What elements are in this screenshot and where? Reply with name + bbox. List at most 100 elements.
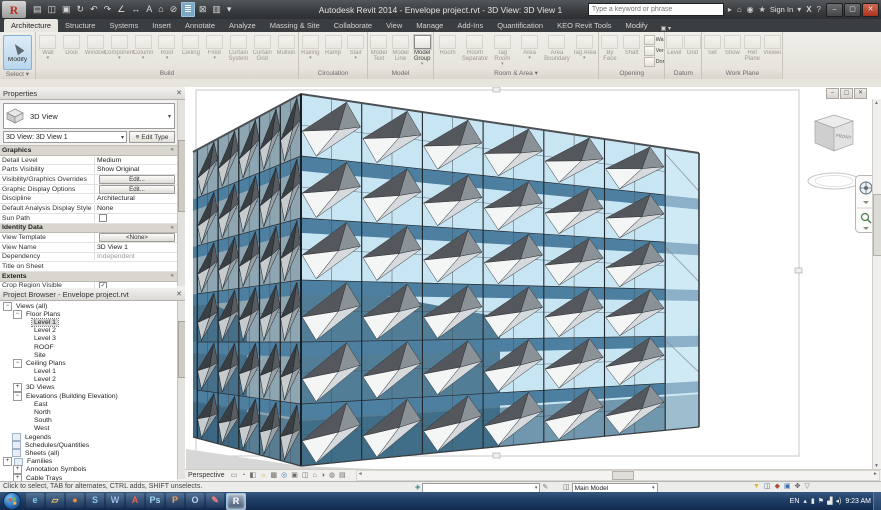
ribbon-tab-collaborate[interactable]: Collaborate <box>327 19 379 32</box>
ribbon-tab-quantification[interactable]: Quantification <box>490 19 550 32</box>
project-browser-close-icon[interactable]: ✕ <box>176 290 182 298</box>
property-row[interactable]: View Name 3D View 1 <box>0 242 177 253</box>
design-options-icon[interactable]: ◫ <box>563 484 570 492</box>
ribbon-tab-annotate[interactable]: Annotate <box>178 19 222 32</box>
worksets-icon[interactable]: ◈ <box>415 484 420 492</box>
section-icon[interactable]: ⊘ <box>168 3 180 16</box>
subscription-center-icon[interactable]: ⌂ <box>736 5 743 14</box>
level-button[interactable]: Level <box>665 34 683 56</box>
view-minimize-icon[interactable]: – <box>826 88 839 99</box>
ribbon-state-toggle[interactable]: ▣ ▾ <box>655 25 677 32</box>
clock[interactable]: 9:23 AM <box>845 498 871 505</box>
crop-view-icon[interactable]: ▣ <box>289 471 300 480</box>
wall-button[interactable]: Wall ▾ <box>36 34 60 61</box>
language-indicator[interactable]: EN <box>790 498 800 505</box>
maximize-button[interactable]: ▢ <box>844 2 861 17</box>
undo-icon[interactable]: ↶ <box>88 3 100 16</box>
project-browser-scrollbar[interactable] <box>177 301 185 479</box>
favorites-icon[interactable]: ★ <box>758 5 767 14</box>
area-boundary-button[interactable]: Area Boundary <box>543 34 570 62</box>
thin-lines-icon[interactable]: ≣ <box>181 2 195 17</box>
view-restore-icon[interactable]: ▢ <box>840 88 853 99</box>
taskbar-app-app-orange-round[interactable]: ● <box>66 492 84 508</box>
start-button[interactable] <box>3 492 21 510</box>
tree-item-level-2[interactable]: Level 2 <box>0 327 177 335</box>
properties-header[interactable]: Properties ✕ <box>0 87 185 100</box>
tree-item-families[interactable]: + Families <box>0 457 177 467</box>
modify-button[interactable]: Modify <box>3 35 32 70</box>
building-model-3d-view[interactable] <box>185 87 881 481</box>
property-row[interactable]: Sun Path <box>0 213 177 224</box>
property-row[interactable]: Discipline Architectural <box>0 194 177 205</box>
drag-on-selection-icon[interactable]: ✥ <box>795 483 801 491</box>
property-row[interactable]: Title on Sheet <box>0 262 177 272</box>
model-text-button[interactable]: Model Text <box>368 34 390 62</box>
analysis-icon[interactable]: ▤ <box>337 471 348 480</box>
project-browser-header[interactable]: Project Browser - Envelope project.rvt ✕ <box>0 288 185 301</box>
ribbon-tab-systems[interactable]: Systems <box>102 19 145 32</box>
model-panel-label[interactable]: Model <box>368 69 433 79</box>
search-input[interactable] <box>587 3 724 16</box>
tree-item-level-1[interactable]: Level 1 <box>0 317 177 327</box>
work-plane-panel-label[interactable]: Work Plane <box>702 69 783 79</box>
tray-expand-icon[interactable]: ▴ <box>803 497 807 505</box>
tree-item-annotation-symbols[interactable]: + Annotation Symbols <box>0 465 177 475</box>
taskbar-app-word[interactable]: W <box>106 492 124 508</box>
tree-item-sheets-all[interactable]: Sheets (all) <box>0 449 177 458</box>
visual-style-icon[interactable]: ◧ <box>247 471 258 480</box>
select-pinned-icon[interactable]: ◆ <box>775 483 780 491</box>
network-icon[interactable]: ▟ <box>827 497 832 505</box>
taskbar-app-outlook[interactable]: O <box>186 492 204 508</box>
room-button[interactable]: Room <box>434 34 461 56</box>
ribbon-tab-structure[interactable]: Structure <box>58 19 102 32</box>
dormer-button[interactable]: Dormer <box>643 56 664 67</box>
tree-item-level-1[interactable]: Level 1 <box>0 368 177 376</box>
graphic-display-options-edit-button[interactable]: Edit... <box>99 184 175 194</box>
taskbar-app-explorer-folder[interactable]: ▱ <box>46 492 64 508</box>
temporary-hide-isolate-icon[interactable]: ◑ <box>319 471 327 480</box>
ribbon-tab-modify[interactable]: Modify <box>619 19 655 32</box>
tree-item-west[interactable]: West <box>0 425 177 433</box>
battery-icon[interactable]: ▮ <box>811 497 815 505</box>
tree-item-legends[interactable]: Legends <box>0 433 177 442</box>
wall-button[interactable]: Wall <box>643 34 664 45</box>
model-line-button[interactable]: Model Line <box>390 34 412 62</box>
property-row[interactable]: Visibility/Graphics Overrides Edit... <box>0 174 177 185</box>
help-icon[interactable]: ? <box>816 5 822 14</box>
curtain-system-button[interactable]: Curtain System <box>227 34 251 62</box>
sync-icon[interactable]: ↻ <box>75 3 87 16</box>
type-selector-caret-icon[interactable]: ▾ <box>168 113 174 120</box>
view-close-icon[interactable]: ✕ <box>854 88 867 99</box>
render-icon[interactable]: ◎ <box>279 471 289 480</box>
default-3d-view-icon[interactable]: ⌂ <box>156 3 165 16</box>
tree-item-views-all[interactable]: − Views (all) <box>0 301 177 311</box>
build-panel-label[interactable]: Build <box>36 69 298 79</box>
shadows-icon[interactable]: ▩ <box>268 471 279 480</box>
visibility-graphics-overrides-edit-button[interactable]: Edit... <box>99 174 175 184</box>
select-underlay-icon[interactable]: ▣ <box>784 483 791 491</box>
collapse-node-icon[interactable]: − <box>13 358 22 368</box>
tree-item-cable-trays[interactable]: + Cable Trays <box>0 473 177 481</box>
datum-panel-label[interactable]: Datum <box>665 69 702 79</box>
drawing-area[interactable]: – ▢ ✕ FRONT ▲ ▼ Perspective ▭ ◔ ◧ ☼ ▩ ◎ … <box>185 87 881 481</box>
by-face-button[interactable]: By Face <box>599 34 621 62</box>
collapse-node-icon[interactable]: − <box>3 301 12 311</box>
roof-button[interactable]: Roof ▾ <box>155 34 179 61</box>
taskbar-app-revit[interactable]: R <box>226 492 246 510</box>
scale-icon[interactable]: ▭ <box>229 471 240 480</box>
instance-selector[interactable]: 3D View: 3D View 1 ▾ <box>3 131 127 143</box>
lock-3d-icon[interactable]: ⌂ <box>310 471 318 480</box>
horizontal-scrollbar[interactable]: ◄ ► <box>355 470 880 481</box>
room-area-panel-label[interactable]: Room & Area ▾ <box>434 69 598 79</box>
property-row[interactable]: Default Analysis Display Style None <box>0 204 177 214</box>
communication-center-icon[interactable]: ◉ <box>746 5 755 14</box>
floor-button[interactable]: Floor ▾ <box>203 34 227 61</box>
tree-item-floor-plans[interactable]: − Floor Plans <box>0 309 177 319</box>
select-links-icon[interactable]: ◫ <box>764 483 771 491</box>
area-button[interactable]: Area ▾ <box>516 34 543 61</box>
tree-item-schedules-quantities[interactable]: Schedules/Quantities <box>0 441 177 450</box>
viewer-button[interactable]: Viewer <box>762 34 782 56</box>
property-row[interactable]: Graphic Display Options Edit... <box>0 184 177 195</box>
tree-item-level-3[interactable]: Level 3 <box>0 335 177 343</box>
action-center-flag-icon[interactable]: ⚑ <box>818 497 824 505</box>
